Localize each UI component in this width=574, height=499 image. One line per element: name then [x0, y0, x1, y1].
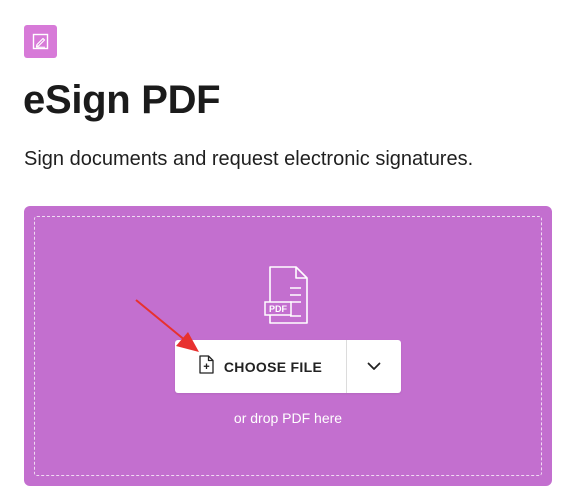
file-add-icon [199, 354, 214, 379]
pen-edit-icon [24, 25, 57, 58]
drop-hint: or drop PDF here [233, 410, 343, 426]
choose-file-split-button: CHOOSE FILE [175, 340, 401, 393]
page-subtitle: Sign documents and request electronic si… [24, 148, 474, 170]
choose-file-label: CHOOSE FILE [223, 358, 323, 375]
page-title: eSign PDF [23, 78, 221, 122]
pdf-file-icon: PDF [264, 266, 312, 324]
choose-file-button[interactable]: CHOOSE FILE [175, 340, 346, 393]
esign-pdf-page: eSign PDF Sign documents and request ele… [0, 0, 574, 499]
source-dropdown-button[interactable] [347, 340, 401, 393]
pdf-file-icon-label: PDF [269, 304, 288, 314]
file-dropzone[interactable]: PDF CHOOSE FILE or drop PDF here [24, 206, 552, 486]
chevron-down-icon [367, 358, 381, 376]
